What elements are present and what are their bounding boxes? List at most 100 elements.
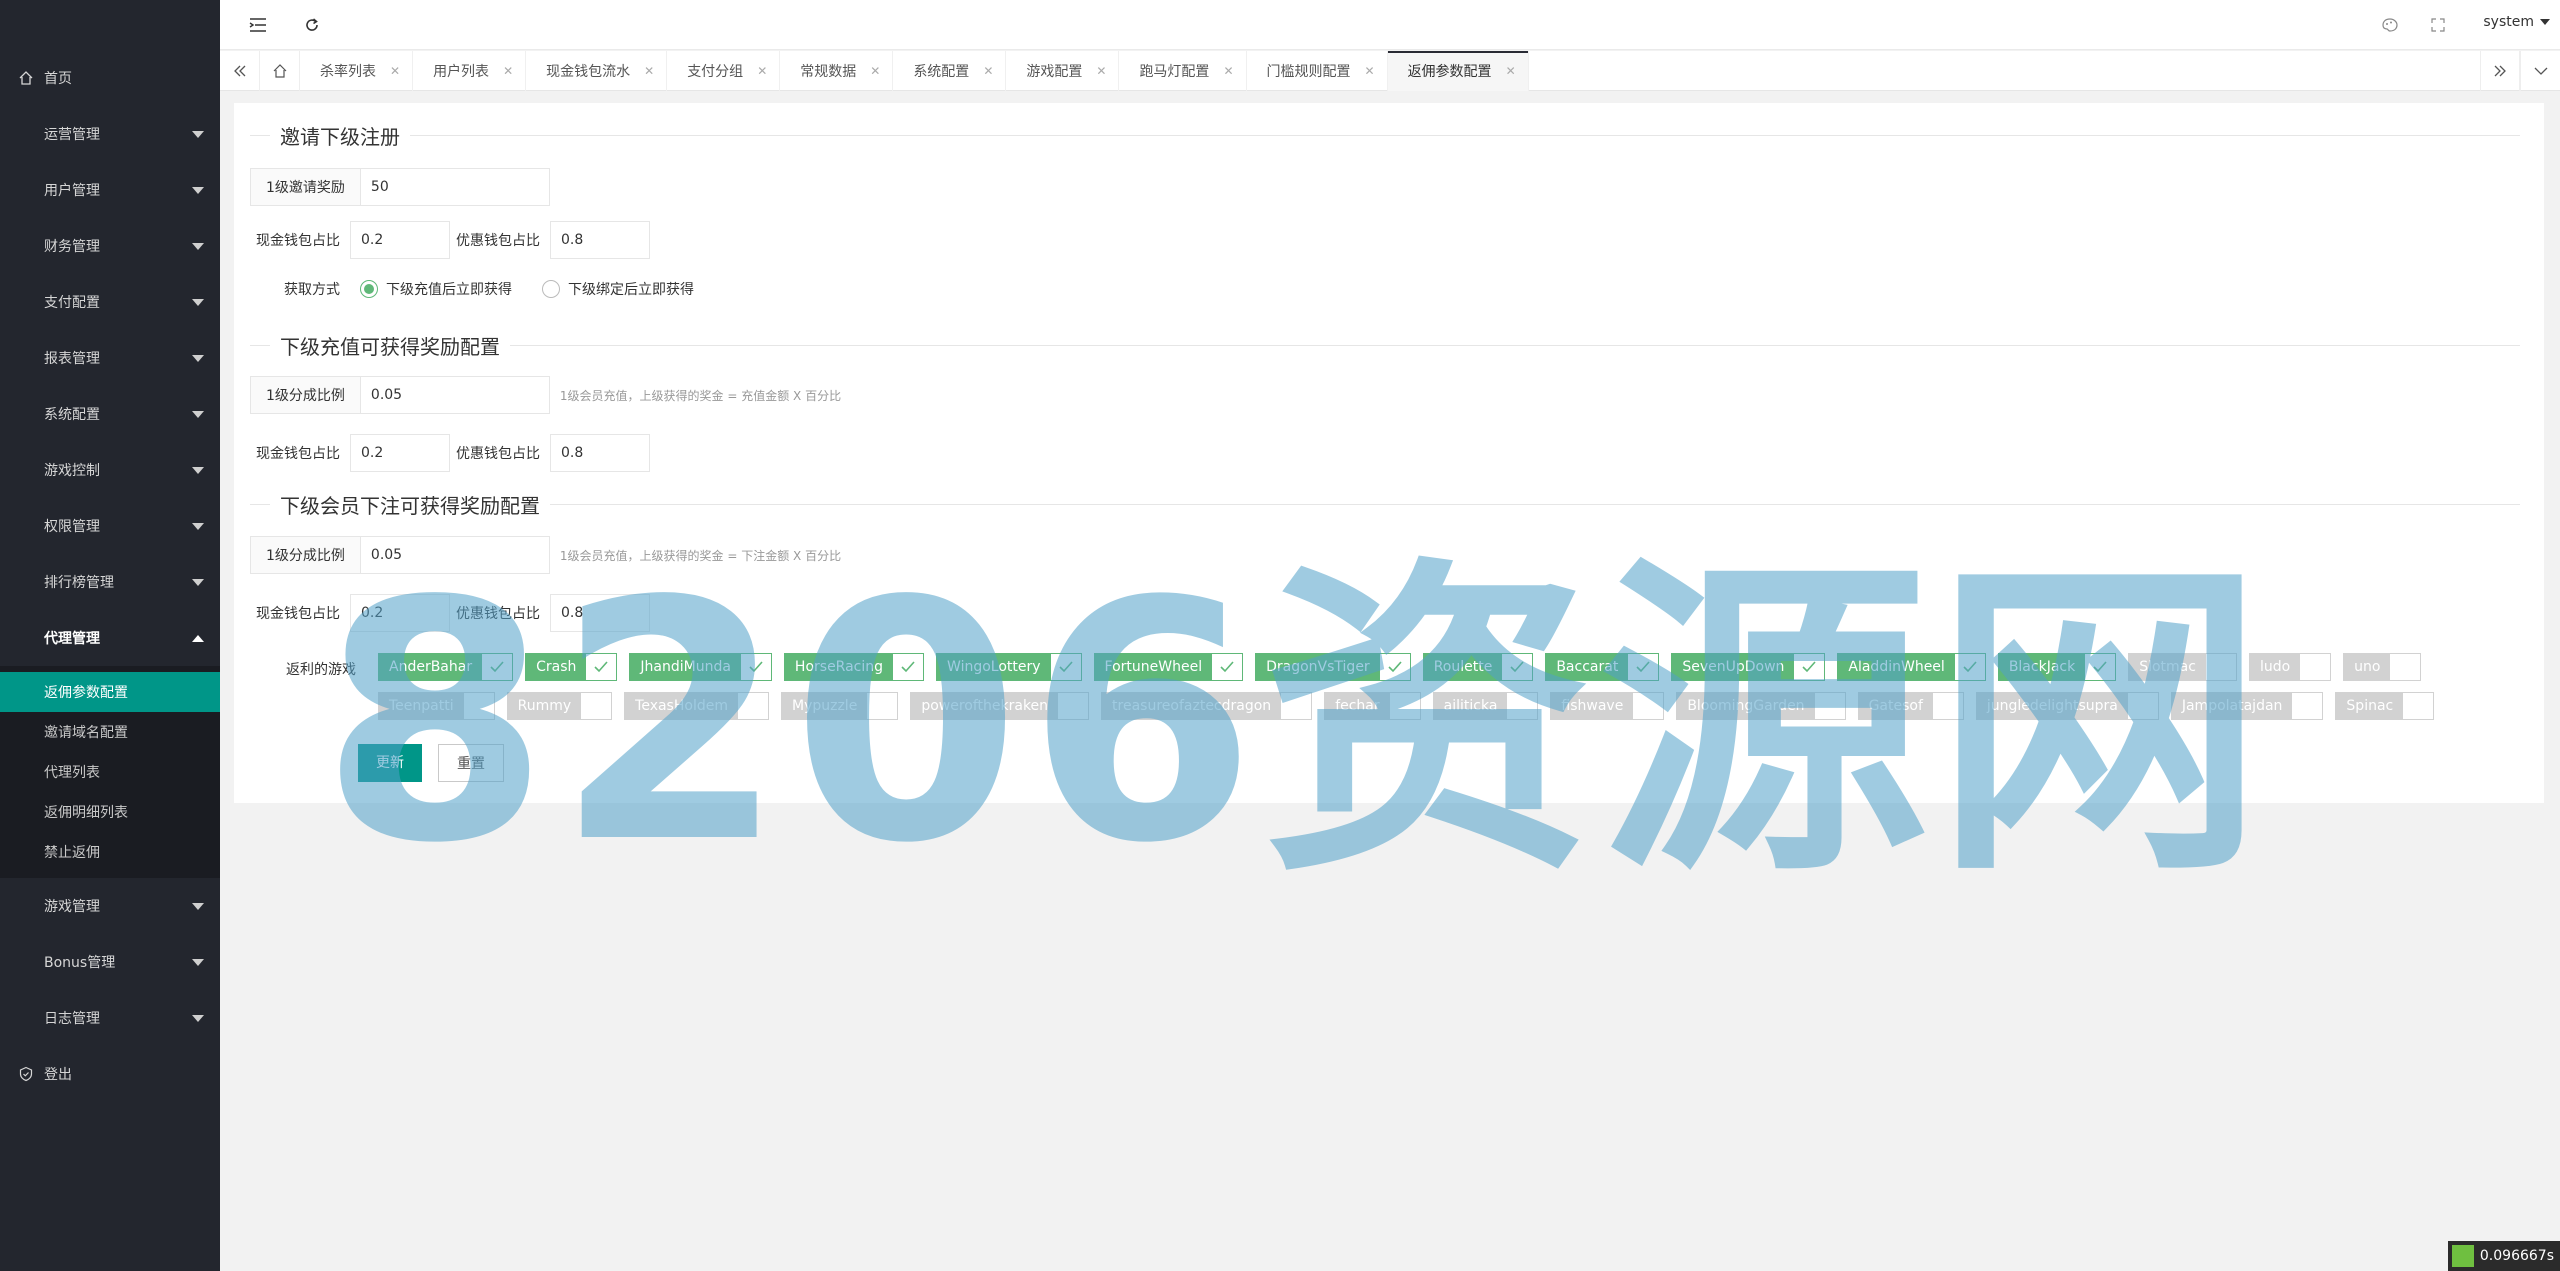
reset-button[interactable]: 重置 <box>438 744 504 782</box>
refresh-icon[interactable] <box>300 13 324 37</box>
fullscreen-icon[interactable] <box>2426 13 2450 37</box>
game-checkbox[interactable]: SevenUpDown <box>1671 653 1826 681</box>
game-checkbox[interactable]: Crash <box>525 653 618 681</box>
radio-after-recharge[interactable]: 下级充值后立即获得 <box>360 279 512 299</box>
game-checkbox[interactable]: FortuneWheel <box>1093 653 1244 681</box>
sidebar-item-menu[interactable]: 日志管理 <box>0 990 220 1046</box>
close-icon[interactable]: ✕ <box>1096 64 1106 78</box>
chevron-down-icon <box>192 299 204 306</box>
sidebar-item-menu[interactable]: 财务管理 <box>0 218 220 274</box>
close-icon[interactable]: ✕ <box>1223 64 1233 78</box>
close-icon[interactable]: ✕ <box>870 64 880 78</box>
game-checkbox[interactable]: Spinac <box>2335 692 2435 720</box>
theme-icon[interactable] <box>2378 13 2402 37</box>
chevron-down-icon <box>192 355 204 362</box>
sidebar-subitem[interactable]: 返佣明细列表 <box>0 792 220 832</box>
game-checkbox[interactable]: AnderBahar <box>378 653 514 681</box>
game-checkbox[interactable]: Roulette <box>1422 653 1534 681</box>
game-checkbox[interactable]: jungledelightsupra <box>1975 692 2159 720</box>
sidebar-item-menu[interactable]: 游戏管理 <box>0 878 220 934</box>
game-checkbox[interactable]: Rummy <box>506 692 613 720</box>
bonus-wallet-ratio-input-3[interactable] <box>550 594 650 632</box>
radio-checked-icon <box>360 280 378 298</box>
wallet-ratio-row-2: 现金钱包占比 优惠钱包占比 <box>250 434 650 472</box>
game-checkbox[interactable]: powerofthekraken <box>910 692 1090 720</box>
cash-wallet-ratio-input-2[interactable] <box>350 434 450 472</box>
sidebar-item-label: 报表管理 <box>44 351 100 367</box>
tab-home-icon[interactable] <box>260 51 300 91</box>
sidebar-item-menu[interactable]: 系统配置 <box>0 386 220 442</box>
tab-label: 跑马灯配置 <box>1139 64 1210 80</box>
tabs-menu-chevron-down-icon[interactable] <box>2520 51 2560 91</box>
top-header: system <box>220 0 2560 50</box>
sidebar-item-home[interactable]: 首页 <box>0 50 220 106</box>
sidebar-item-menu[interactable]: 支付配置 <box>0 274 220 330</box>
game-checkbox[interactable]: ludo <box>2248 653 2332 681</box>
game-checkbox[interactable]: Jampolatajdan <box>2170 692 2324 720</box>
game-checkbox[interactable]: BloomingGarden <box>1676 692 1846 720</box>
game-checkbox[interactable]: fechar <box>1324 692 1421 720</box>
close-icon[interactable]: ✕ <box>503 64 513 78</box>
menu-toggle-icon[interactable] <box>246 13 270 37</box>
sidebar-subitem[interactable]: 代理列表 <box>0 752 220 792</box>
close-icon[interactable]: ✕ <box>983 64 993 78</box>
tab[interactable]: 返佣参数配置 ✕ <box>1387 51 1529 91</box>
sidebar-subitem[interactable]: 返佣参数配置 <box>0 672 220 712</box>
game-checkbox[interactable]: treasureofaztecdragon <box>1101 692 1313 720</box>
game-checkbox[interactable]: WingoLottery <box>936 653 1082 681</box>
bet-ratio-input[interactable] <box>359 536 550 574</box>
tab-label: 用户列表 <box>433 64 490 80</box>
bonus-wallet-ratio-input-2[interactable] <box>550 434 650 472</box>
radio-after-bind[interactable]: 下级绑定后立即获得 <box>542 279 694 299</box>
cash-wallet-ratio-input-3[interactable] <box>350 594 450 632</box>
tab[interactable]: 跑马灯配置 ✕ <box>1119 51 1247 91</box>
game-checkbox[interactable]: TexasHoldem <box>624 692 769 720</box>
recharge-ratio-input[interactable] <box>359 376 550 414</box>
game-checkbox[interactable]: BlackJack <box>1997 653 2117 681</box>
update-button[interactable]: 更新 <box>358 744 422 782</box>
sidebar-subitem[interactable]: 邀请域名配置 <box>0 712 220 752</box>
close-icon[interactable]: ✕ <box>1365 64 1375 78</box>
user-menu[interactable]: system <box>2483 14 2550 30</box>
tab[interactable]: 用户列表 ✕ <box>413 51 527 91</box>
game-checkbox[interactable]: DragonVsTiger <box>1255 653 1411 681</box>
tab[interactable]: 常规数据 ✕ <box>780 51 894 91</box>
game-checkbox[interactable]: Teenpatti <box>378 692 495 720</box>
sidebar-item-menu[interactable]: 权限管理 <box>0 498 220 554</box>
game-checkbox[interactable]: fishwave <box>1550 692 1665 720</box>
invite-reward-input[interactable] <box>359 168 550 206</box>
sidebar-item-menu[interactable]: 用户管理 <box>0 162 220 218</box>
game-checkbox[interactable]: ailiticka <box>1432 692 1539 720</box>
bonus-wallet-ratio-input[interactable] <box>550 221 650 259</box>
sidebar-item-menu[interactable]: 游戏控制 <box>0 442 220 498</box>
tab[interactable]: 杀率列表 ✕ <box>300 51 414 91</box>
game-checkbox[interactable]: uno <box>2343 653 2422 681</box>
game-checkbox[interactable]: Mypuzzle <box>780 692 899 720</box>
cash-wallet-ratio-input[interactable] <box>350 221 450 259</box>
tab[interactable]: 系统配置 ✕ <box>893 51 1007 91</box>
game-checkbox[interactable]: Baccarat <box>1545 653 1660 681</box>
sidebar-item-logout[interactable]: 登出 <box>0 1046 220 1102</box>
sidebar-subitem[interactable]: 禁止返佣 <box>0 832 220 872</box>
sidebar-item-menu[interactable]: Bonus管理 <box>0 934 220 990</box>
sidebar-item-menu[interactable]: 排行榜管理 <box>0 554 220 610</box>
close-icon[interactable]: ✕ <box>1506 64 1516 78</box>
tab[interactable]: 游戏配置 ✕ <box>1006 51 1120 91</box>
game-checkbox[interactable]: HorseRacing <box>783 653 925 681</box>
tab[interactable]: 现金钱包流水 ✕ <box>526 51 668 91</box>
sidebar-item-menu[interactable]: 代理管理 <box>0 610 220 666</box>
tabs-scroll-left-icon[interactable] <box>220 51 260 91</box>
game-checkbox[interactable]: Slotmac <box>2128 653 2237 681</box>
tabs-scroll-right-icon[interactable] <box>2480 51 2520 91</box>
sidebar-item-menu[interactable]: 报表管理 <box>0 330 220 386</box>
tab[interactable]: 门槛规则配置 ✕ <box>1247 51 1388 91</box>
game-checkbox[interactable]: AladdinWheel <box>1837 653 1986 681</box>
close-icon[interactable]: ✕ <box>757 64 767 78</box>
close-icon[interactable]: ✕ <box>390 64 400 78</box>
radio-unchecked-icon <box>542 280 560 298</box>
game-checkbox[interactable]: Gatesof <box>1857 692 1964 720</box>
tab[interactable]: 支付分组 ✕ <box>667 51 781 91</box>
close-icon[interactable]: ✕ <box>644 64 654 78</box>
game-checkbox[interactable]: JhandiMunda <box>629 653 772 681</box>
sidebar-item-menu[interactable]: 运营管理 <box>0 106 220 162</box>
